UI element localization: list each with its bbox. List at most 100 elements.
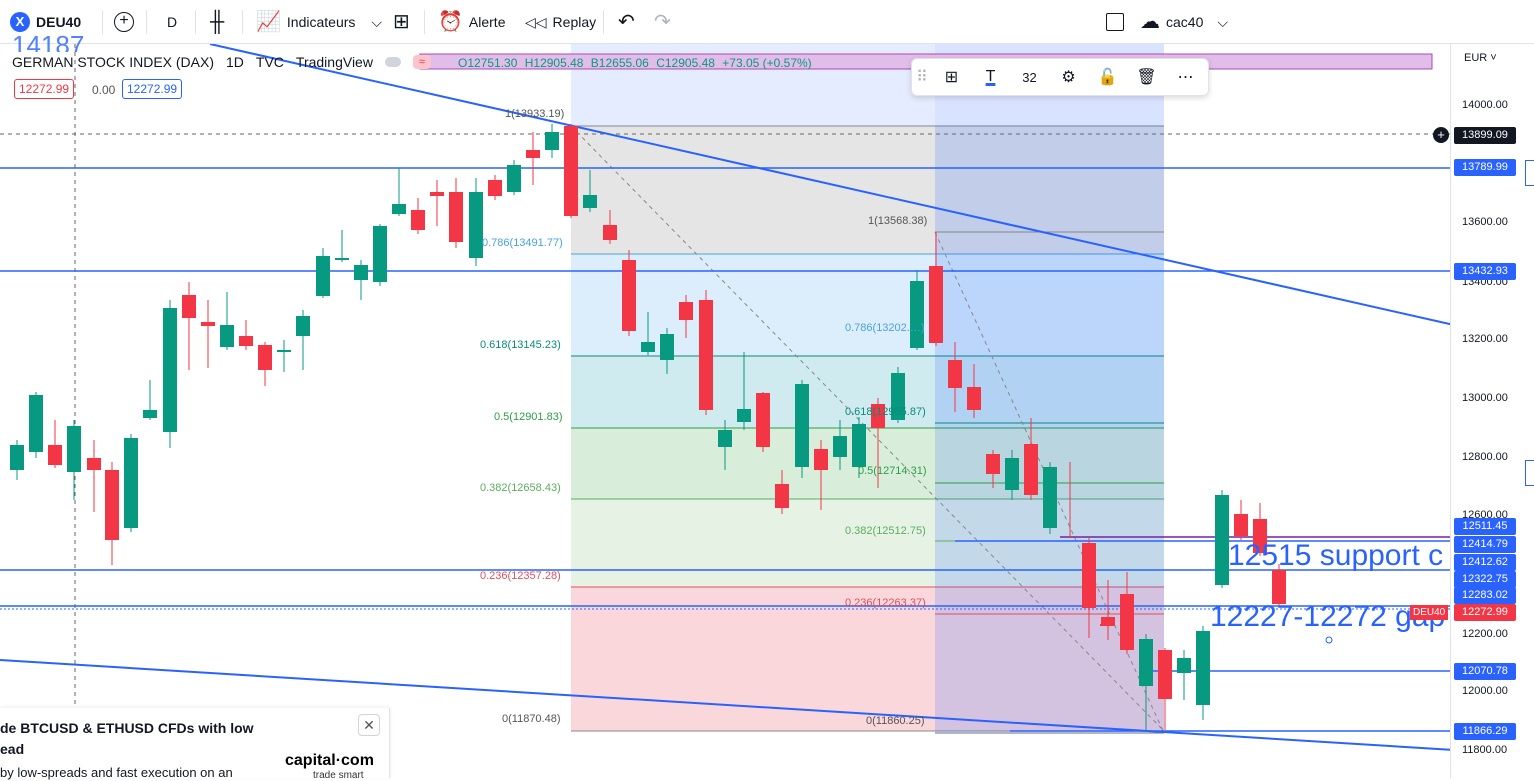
template-button[interactable]: ⊞ xyxy=(932,58,971,96)
compare-add-button[interactable]: + xyxy=(114,0,134,44)
candle-body xyxy=(718,430,732,447)
candles-icon: ╫ xyxy=(210,11,225,33)
fullscreen-button[interactable] xyxy=(1106,0,1124,44)
axis-scroll-marker[interactable] xyxy=(1525,160,1534,186)
ohlc-change: +73.05 (+0.57%) xyxy=(722,56,812,70)
drag-handle-icon[interactable]: ⠿ xyxy=(912,58,932,96)
candle-body xyxy=(545,132,559,150)
currency-label[interactable]: EUR ˅ xyxy=(1464,52,1497,64)
axis-scroll-marker[interactable] xyxy=(1525,460,1534,486)
symbol-flag-icon: X xyxy=(10,12,30,32)
fib2-level-0786: 0.786(13202.…) xyxy=(845,322,925,334)
unlock-icon: 🔓 xyxy=(1097,69,1118,86)
level-price-label: 12414.79 xyxy=(1454,536,1516,553)
candle-body xyxy=(679,302,693,320)
trash-icon: 🗑 xyxy=(1136,69,1157,86)
advertisement-banner[interactable]: de BTCUSD & ETHUSD CFDs with low ead by … xyxy=(0,708,390,781)
wave-icon: ≈ xyxy=(412,55,431,69)
candle-body xyxy=(1177,658,1191,673)
lock-button[interactable]: 🔓 xyxy=(1088,58,1127,96)
templates-button[interactable]: ⊞ xyxy=(393,0,410,44)
ad-line-1: de BTCUSD & ETHUSD CFDs with low xyxy=(0,720,254,736)
crosshair-price-label: 13899.09 xyxy=(1454,127,1516,144)
legend-source: TVC xyxy=(255,54,284,70)
top-toolbar: X DEU40 + D ╫ 📈 Indicateurs ⌵ ⊞ ⏰ Alerte… xyxy=(0,0,1534,44)
fib1-level-0236: 0.236(12357.28) xyxy=(480,570,561,582)
ohlc-high: H12905.48 xyxy=(524,56,584,70)
fib2-level-0618: 0.618(12955.87) xyxy=(845,406,926,418)
undo-button[interactable]: ↶ xyxy=(618,0,635,44)
chart-type-button[interactable]: ╫ xyxy=(210,0,224,44)
layout-menu-button[interactable]: ☁ cac40 ⌵ xyxy=(1140,0,1228,44)
fib1-level-1: 1(13933.19) xyxy=(505,108,565,120)
interval-button[interactable]: D xyxy=(167,0,177,44)
level-price-label: 13432.93 xyxy=(1454,263,1516,280)
alert-label: Alerte xyxy=(468,14,506,30)
rewind-icon: ◁◁ xyxy=(525,13,547,30)
cloud-icon: ☁ xyxy=(1140,11,1160,33)
candle-body xyxy=(258,345,272,370)
ad-tagline: trade smart xyxy=(313,770,364,781)
indicators-button[interactable]: 📈 Indicateurs ⌵ xyxy=(256,0,382,44)
candle-body xyxy=(354,265,368,280)
text-color-button[interactable]: T xyxy=(971,58,1010,96)
support-annotation[interactable]: 12515 support c xyxy=(1228,539,1446,573)
bid-price-box[interactable]: 12272.99 xyxy=(14,79,75,99)
fib1-level-0: 0(11870.48) xyxy=(502,713,561,725)
more-button[interactable]: ⋯ xyxy=(1166,58,1205,96)
ad-line-2: ead xyxy=(0,741,25,757)
alert-button[interactable]: ⏰ Alerte xyxy=(438,0,505,44)
candle-body xyxy=(1158,650,1172,699)
ask-price-box[interactable]: 12272.99 xyxy=(122,79,183,99)
axis-tick: 13200.00 xyxy=(1462,333,1508,345)
candle-body xyxy=(1082,543,1096,608)
candle-body xyxy=(1215,495,1229,585)
candle-body xyxy=(622,260,636,331)
candle-body xyxy=(929,266,943,343)
candle-body xyxy=(87,458,101,470)
candle-body xyxy=(316,256,330,296)
redo-button[interactable]: ↷ xyxy=(654,0,671,44)
fib1-level-0618: 0.618(13145.23) xyxy=(480,339,561,351)
legend-title: GERMAN STOCK INDEX (DAX) xyxy=(12,54,214,70)
candle-body xyxy=(737,409,751,422)
candle-body xyxy=(182,295,196,318)
candle-body xyxy=(430,192,444,196)
text-t-icon: T xyxy=(985,68,996,85)
interval-label: D xyxy=(167,14,178,30)
close-icon[interactable]: ✕ xyxy=(358,714,380,736)
gear-icon: ⚙ xyxy=(1061,69,1076,86)
candle-body xyxy=(1120,594,1134,650)
candle-body xyxy=(583,195,597,208)
replay-button[interactable]: ◁◁ Replay xyxy=(525,0,596,44)
fib2-level-0: 0(11860.25) xyxy=(866,715,925,727)
candle-body xyxy=(143,410,157,418)
axis-tick: 12200.00 xyxy=(1462,628,1508,640)
candle-body xyxy=(411,210,425,230)
level-price-label: 12283.02 xyxy=(1454,587,1516,604)
grid-plus-icon: ⊞ xyxy=(944,69,959,86)
candle-body xyxy=(1005,458,1019,490)
crosshair-plus-icon[interactable]: + xyxy=(1433,127,1449,143)
settings-button[interactable]: ⚙ xyxy=(1049,58,1088,96)
font-size-button[interactable]: 32 xyxy=(1010,58,1049,96)
candle-body xyxy=(1043,467,1057,528)
last-price-label: 12272.99 xyxy=(1454,604,1516,621)
chart-legend[interactable]: GERMAN STOCK INDEX (DAX) 1D TVC TradingV… xyxy=(12,54,431,70)
level-price-label: 12070.78 xyxy=(1454,663,1516,680)
candle-body xyxy=(507,165,521,192)
level-price-label: 12322.75 xyxy=(1454,571,1516,588)
candle-body xyxy=(449,192,463,242)
fib2-level-0382: 0.382(12512.75) xyxy=(845,525,926,537)
delete-button[interactable]: 🗑 xyxy=(1127,58,1166,96)
axis-tick: 14000.00 xyxy=(1462,99,1508,111)
candle-body xyxy=(526,150,540,158)
level-price-label: 13789.99 xyxy=(1454,159,1516,176)
candle-body xyxy=(48,445,62,465)
candle-body xyxy=(67,426,81,472)
candle-body xyxy=(833,436,847,457)
spread-value: 0.00 xyxy=(92,83,116,97)
chart-area[interactable]: 1(13933.19) 0.786(13491.77) 0.618(13145.… xyxy=(0,30,1534,778)
indicators-chart-icon: 📈 xyxy=(256,11,281,33)
square-icon xyxy=(1106,13,1124,31)
